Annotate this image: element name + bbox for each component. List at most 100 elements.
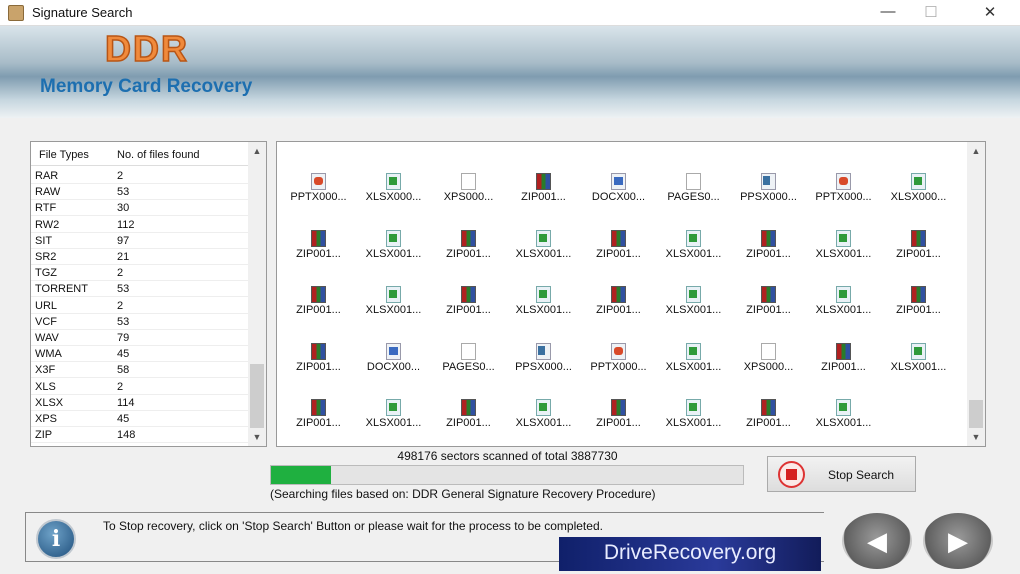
scroll-thumb[interactable] — [250, 364, 264, 428]
file-item[interactable]: ZIP001... — [431, 286, 506, 336]
xlsx-file-icon — [836, 286, 851, 303]
file-item[interactable]: ZIP001... — [431, 399, 506, 446]
back-button[interactable]: ◀ — [842, 513, 912, 569]
table-row[interactable]: RAW 53 — [31, 184, 249, 201]
file-item[interactable]: ZIP001... — [281, 229, 356, 280]
pptx-file-icon — [611, 342, 626, 360]
file-item[interactable]: ZIP001... — [806, 342, 881, 393]
file-item[interactable]: XLSX001... — [356, 286, 431, 336]
file-name: XLSX001... — [815, 417, 872, 429]
file-item[interactable]: ZIP001... — [431, 229, 506, 280]
file-type: XPS — [35, 413, 58, 425]
file-name: XLSX001... — [365, 304, 422, 316]
file-item[interactable]: PAGES0... — [431, 342, 506, 393]
column-header-file-types[interactable]: File Types — [39, 149, 89, 161]
file-name: ZIP001... — [596, 417, 641, 429]
file-item[interactable]: XLSX001... — [506, 286, 581, 336]
next-button[interactable]: ▶ — [923, 513, 993, 569]
file-item[interactable]: XLSX001... — [356, 229, 431, 280]
file-item[interactable]: PPSX000... — [506, 342, 581, 393]
file-type: TORRENT — [35, 283, 88, 296]
file-item[interactable]: XLSX001... — [806, 399, 881, 446]
file-item[interactable]: XLSX000... — [356, 173, 431, 223]
file-type: VCF — [35, 315, 57, 328]
file-item[interactable]: DOCX00... — [581, 173, 656, 223]
zip-file-icon — [911, 286, 926, 303]
table-row[interactable]: WAV 79 — [31, 330, 249, 346]
table-row[interactable]: WMA 45 — [31, 346, 249, 363]
file-name: ZIP001... — [746, 247, 791, 260]
file-item[interactable]: ZIP001... — [581, 399, 656, 446]
table-scrollbar[interactable]: ▲ ▼ — [248, 142, 266, 446]
file-item[interactable]: ZIP001... — [731, 286, 806, 336]
table-row[interactable]: VCF 53 — [31, 314, 249, 330]
file-item[interactable]: XPS000... — [731, 342, 806, 393]
scroll-thumb[interactable] — [969, 400, 983, 428]
file-item[interactable]: ZIP001... — [506, 173, 581, 223]
file-item[interactable]: XLSX001... — [356, 399, 431, 446]
file-item[interactable]: DOCX00... — [356, 342, 431, 393]
minimize-button[interactable]: — — [868, 3, 908, 20]
grid-scrollbar[interactable]: ▲ ▼ — [967, 142, 985, 446]
file-item[interactable]: XLSX001... — [656, 342, 731, 393]
file-item[interactable]: ZIP001... — [281, 399, 356, 446]
window-title: Signature Search — [32, 5, 133, 20]
table-row[interactable]: XPS 45 — [31, 411, 249, 427]
close-button[interactable]: ✕ — [970, 3, 1010, 21]
zip-file-icon — [761, 399, 776, 416]
file-item[interactable]: XLSX001... — [806, 229, 881, 280]
table-row[interactable]: TORRENT 53 — [31, 281, 249, 298]
scroll-up-icon[interactable]: ▲ — [967, 146, 985, 156]
zip-file-icon — [611, 229, 626, 247]
table-row[interactable]: ZIP 148 — [31, 427, 249, 444]
table-row[interactable]: RTF 30 — [31, 200, 249, 217]
file-item[interactable]: PAGES0... — [656, 173, 731, 223]
file-item[interactable]: ZIP001... — [881, 229, 956, 280]
file-item[interactable]: PPTX000... — [806, 173, 881, 223]
file-item[interactable]: XLSX001... — [806, 286, 881, 336]
table-row[interactable]: RW2 112 — [31, 217, 249, 233]
table-row[interactable]: X3F 58 — [31, 362, 249, 379]
file-type: RAR — [35, 170, 59, 182]
xlsx-file-icon — [686, 229, 701, 247]
file-item[interactable]: XLSX001... — [506, 399, 581, 446]
file-types-table: File Types No. of files found RAR 2 RAW 53 R… — [30, 141, 267, 447]
file-item[interactable]: XLSX001... — [656, 229, 731, 280]
table-row[interactable]: TGZ 2 — [31, 265, 249, 282]
file-item[interactable]: ZIP001... — [581, 286, 656, 336]
file-item[interactable]: ZIP001... — [281, 342, 356, 393]
table-row[interactable]: SIT 97 — [31, 233, 249, 249]
stop-search-button[interactable]: Stop Search — [767, 456, 916, 492]
scroll-down-icon[interactable]: ▼ — [248, 432, 266, 442]
column-header-count[interactable]: No. of files found — [117, 149, 200, 161]
file-item[interactable]: PPSX000... — [731, 173, 806, 223]
file-name: XLSX001... — [890, 360, 947, 373]
stop-icon — [778, 461, 805, 488]
file-item[interactable]: XLSX001... — [656, 286, 731, 336]
maximize-button[interactable]: ☐ — [911, 3, 951, 21]
table-row[interactable]: RAR 2 — [31, 168, 249, 184]
table-row[interactable]: URL 2 — [31, 298, 249, 314]
table-row[interactable]: XLS 2 — [31, 379, 249, 395]
file-name: ZIP001... — [521, 191, 566, 203]
file-item[interactable]: XLSX001... — [506, 229, 581, 280]
table-row[interactable]: XLSX 114 — [31, 395, 249, 411]
scroll-down-icon[interactable]: ▼ — [967, 432, 985, 442]
file-item[interactable]: XLSX001... — [881, 342, 956, 393]
file-item[interactable]: ZIP001... — [281, 286, 356, 336]
file-item[interactable]: XPS000... — [431, 173, 506, 223]
blank-file-icon — [461, 342, 476, 360]
zip-file-icon — [461, 399, 476, 416]
file-item[interactable]: PPTX000... — [281, 173, 356, 223]
scroll-up-icon[interactable]: ▲ — [248, 146, 266, 156]
file-item[interactable]: PPTX000... — [581, 342, 656, 393]
file-item[interactable]: XLSX000... — [881, 173, 956, 223]
file-item[interactable]: ZIP001... — [731, 399, 806, 446]
file-item[interactable]: ZIP001... — [731, 229, 806, 280]
file-item[interactable]: ZIP001... — [581, 229, 656, 280]
table-row[interactable]: SR2 21 — [31, 249, 249, 265]
xlsx-file-icon — [386, 173, 401, 190]
xlsx-file-icon — [686, 286, 701, 303]
file-item[interactable]: ZIP001... — [881, 286, 956, 336]
file-item[interactable]: XLSX001... — [656, 399, 731, 446]
